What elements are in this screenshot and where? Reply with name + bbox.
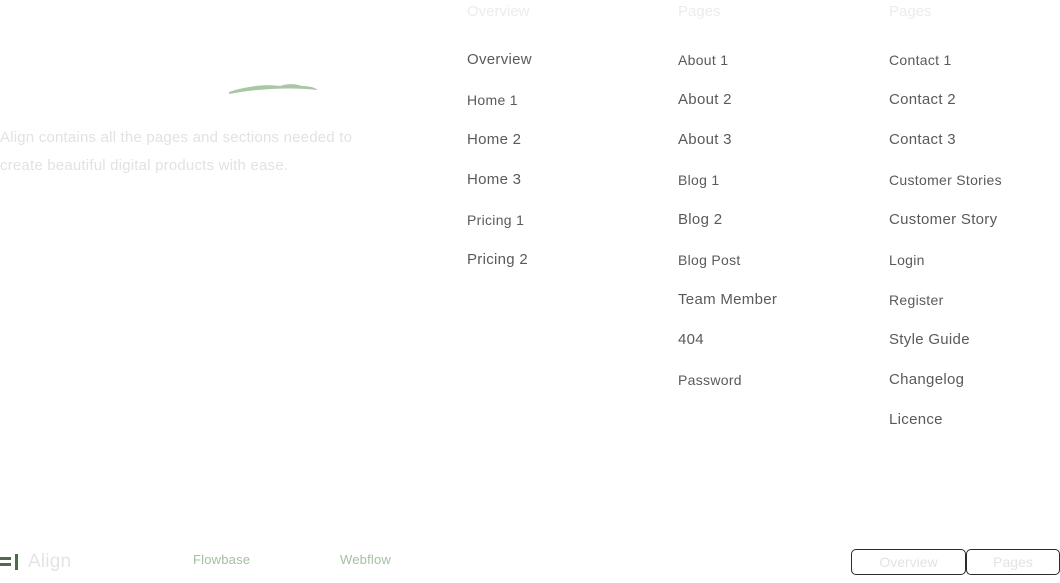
nav-link-licence[interactable]: Licence	[889, 408, 943, 432]
nav-link-about-3[interactable]: About 3	[678, 128, 732, 152]
nav-link-404[interactable]: 404	[678, 328, 704, 352]
nav-link-team-member[interactable]: Team Member	[678, 288, 777, 312]
nav-link-home-3[interactable]: Home 3	[467, 168, 521, 192]
nav-link-overview[interactable]: Overview	[467, 48, 532, 72]
align-logo-icon	[0, 554, 18, 570]
nav-link-blog-1[interactable]: Blog 1	[678, 168, 720, 192]
footer-logo[interactable]: Align	[0, 550, 71, 574]
column-title: Pages	[678, 3, 721, 20]
nav-link-register[interactable]: Register	[889, 288, 944, 312]
nav-link-contact-2[interactable]: Contact 2	[889, 88, 956, 112]
nav-link-blog-post[interactable]: Blog Post	[678, 248, 741, 272]
nav-link-home-1[interactable]: Home 1	[467, 88, 518, 112]
column-title: Pages	[889, 3, 932, 20]
nav-link-customer-stories[interactable]: Customer Stories	[889, 168, 1002, 192]
nav-link-contact-3[interactable]: Contact 3	[889, 128, 956, 152]
logo-text: Align	[28, 551, 72, 572]
intro-tagline: Align contains all the pages and section…	[0, 129, 353, 174]
column-title: Overview	[467, 3, 530, 20]
nav-link-about-2[interactable]: About 2	[678, 88, 732, 112]
nav-link-pricing-2[interactable]: Pricing 2	[467, 248, 528, 272]
nav-link-style-guide[interactable]: Style Guide	[889, 328, 970, 352]
nav-link-contact-1[interactable]: Contact 1	[889, 48, 952, 72]
nav-link-home-2[interactable]: Home 2	[467, 128, 521, 152]
nav-link-pricing-1[interactable]: Pricing 1	[467, 208, 524, 232]
link-list: Overview Home 1 Home 2 Home 3 Pricing 1 …	[467, 48, 532, 288]
link-list: About 1 About 2 About 3 Blog 1 Blog 2 Bl…	[678, 48, 777, 408]
nav-link-blog-2[interactable]: Blog 2	[678, 208, 722, 232]
pages-button[interactable]: Pages	[966, 549, 1060, 575]
overview-button[interactable]: Overview	[851, 549, 966, 575]
nav-link-about-1[interactable]: About 1	[678, 48, 728, 72]
link-list: Contact 1 Contact 2 Contact 3 Customer S…	[889, 48, 1002, 448]
nav-link-customer-story[interactable]: Customer Story	[889, 208, 997, 232]
brush-swoosh-icon	[229, 84, 318, 94]
footer-link-webflow[interactable]: Webflow	[340, 552, 391, 568]
footer-link-flowbase[interactable]: Flowbase	[193, 552, 250, 568]
nav-link-password[interactable]: Password	[678, 368, 742, 392]
nav-link-login[interactable]: Login	[889, 248, 925, 272]
nav-link-changelog[interactable]: Changelog	[889, 368, 964, 392]
